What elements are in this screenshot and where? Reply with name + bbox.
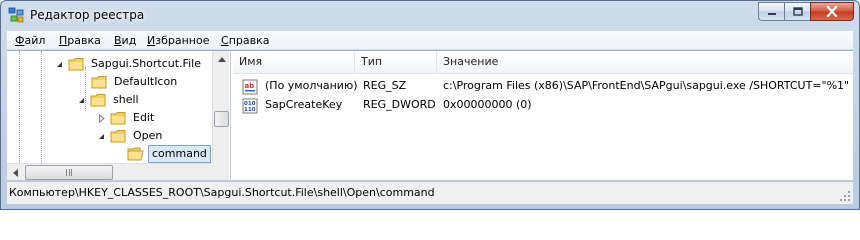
binary-value-icon: 010 110 xyxy=(242,98,258,114)
collapsed-arrow-icon[interactable] xyxy=(97,113,106,123)
values-list[interactable]: Имя Тип Значение ab (По умолчанию) REG_S… xyxy=(233,51,853,181)
value-name: SapCreateKey xyxy=(265,98,343,111)
menu-file[interactable]: Файл xyxy=(15,34,45,47)
menu-bar: Файл Правка Вид Избранное Справка xyxy=(7,31,853,50)
menu-help[interactable]: Справка xyxy=(221,34,269,47)
tree-horizontal-scrollbar[interactable] xyxy=(7,163,212,180)
folder-icon xyxy=(68,58,84,71)
list-row[interactable]: 010 110 SapCreateKey REG_DWORD 0x0000000… xyxy=(233,96,853,116)
status-path: Компьютер\HKEY_CLASSES_ROOT\Sapgui.Short… xyxy=(9,186,435,199)
close-icon xyxy=(826,6,838,17)
tree-node-label: Open xyxy=(133,129,163,142)
minimize-icon xyxy=(767,12,776,15)
registry-editor-icon xyxy=(8,7,24,23)
tree-node-label: Edit xyxy=(133,111,155,124)
scroll-up-icon xyxy=(217,56,226,62)
close-button[interactable] xyxy=(810,2,854,21)
column-header-type[interactable]: Тип xyxy=(355,51,437,74)
menu-favorites[interactable]: Избранное xyxy=(147,34,209,47)
tree-node-command[interactable]: command xyxy=(127,144,211,164)
menu-edit[interactable]: Правка xyxy=(59,34,101,47)
folder-icon xyxy=(91,76,107,89)
scroll-up-button[interactable] xyxy=(214,51,229,67)
resize-grip-icon[interactable] xyxy=(839,190,851,202)
maximize-icon xyxy=(792,7,803,16)
tree-node-label: shell xyxy=(113,93,139,106)
svg-text:ab: ab xyxy=(245,82,255,90)
scroll-corner xyxy=(212,163,229,180)
caption-buttons xyxy=(758,2,854,22)
minimize-button[interactable] xyxy=(758,2,784,21)
key-tree[interactable]: Sapgui.Shortcut.File DefaultIcon shell E… xyxy=(7,51,231,181)
tree-vertical-scrollbar[interactable] xyxy=(212,51,229,163)
svg-text:110: 110 xyxy=(244,107,256,113)
main-area: Sapgui.Shortcut.File DefaultIcon shell E… xyxy=(7,50,853,181)
tree-node-label: Sapgui.Shortcut.File xyxy=(91,57,201,70)
folder-icon xyxy=(110,112,126,125)
expanded-arrow-icon[interactable] xyxy=(77,96,86,105)
scroll-thumb[interactable] xyxy=(214,111,229,127)
grip-icon xyxy=(66,169,72,176)
folder-open-icon xyxy=(127,147,144,161)
scroll-left-icon xyxy=(13,168,18,177)
folder-icon xyxy=(110,130,126,143)
tree-node-open[interactable]: Open xyxy=(97,126,164,146)
value-data: c:\Program Files (x86)\SAP\FrontEnd\SAPg… xyxy=(443,79,850,92)
tree-node-label-selected: command xyxy=(148,145,211,163)
tree-node-sapgui-shortcut-file[interactable]: Sapgui.Shortcut.File xyxy=(55,54,203,74)
scroll-left-button[interactable] xyxy=(7,164,24,181)
list-header: Имя Тип Значение xyxy=(233,51,853,74)
tree-guide-line xyxy=(19,51,20,163)
tree-node-shell[interactable]: shell xyxy=(77,90,141,110)
value-data: 0x00000000 (0) xyxy=(443,98,532,111)
scroll-thumb-horizontal[interactable] xyxy=(25,165,113,180)
maximize-button[interactable] xyxy=(784,2,810,21)
status-bar: Компьютер\HKEY_CLASSES_ROOT\Sapgui.Short… xyxy=(7,181,853,204)
folder-icon xyxy=(90,94,106,107)
value-type: REG_DWORD xyxy=(363,98,436,111)
tree-guide-line xyxy=(41,51,42,163)
column-header-name[interactable]: Имя xyxy=(233,51,355,74)
tree-node-defaulticon[interactable]: DefaultIcon xyxy=(91,72,179,92)
tree-node-label: DefaultIcon xyxy=(114,75,178,88)
value-name: (По умолчанию) xyxy=(265,79,358,92)
expanded-arrow-icon[interactable] xyxy=(97,132,106,141)
expanded-arrow-icon[interactable] xyxy=(55,60,64,69)
string-value-icon: ab xyxy=(242,79,258,95)
column-header-value[interactable]: Значение xyxy=(437,51,853,74)
tree-node-edit[interactable]: Edit xyxy=(97,108,156,128)
registry-editor-window: Редактор реестра Файл Правка Вид Избранн… xyxy=(0,0,860,210)
window-title: Редактор реестра xyxy=(30,8,145,22)
list-row[interactable]: ab (По умолчанию) REG_SZ c:\Program File… xyxy=(233,77,853,97)
title-bar[interactable]: Редактор реестра xyxy=(1,1,859,30)
menu-view[interactable]: Вид xyxy=(114,34,136,47)
value-type: REG_SZ xyxy=(363,79,407,92)
